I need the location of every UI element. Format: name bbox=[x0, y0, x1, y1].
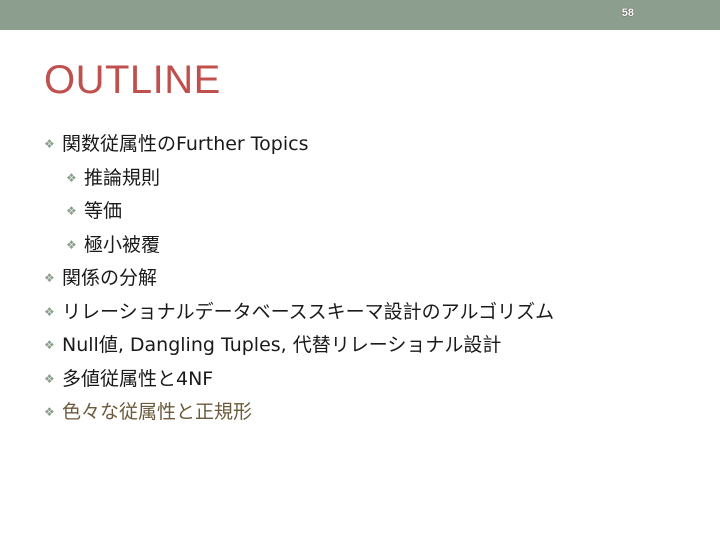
outline-item-text: 多値従属性と4NF bbox=[62, 367, 214, 390]
slide-title: OUTLINE bbox=[44, 58, 221, 102]
diamond-bullet-icon: ❖ bbox=[44, 271, 55, 285]
outline-item: ❖ Null値, Dangling Tuples, 代替リレーショナル設計 bbox=[44, 329, 704, 363]
diamond-bullet-icon: ❖ bbox=[44, 304, 55, 319]
outline-item: ❖ リレーショナルデータベーススキーマ設計のアルゴリズム bbox=[44, 296, 704, 330]
diamond-bullet-icon: ❖ bbox=[66, 237, 77, 252]
diamond-bullet-icon: ❖ bbox=[66, 204, 77, 218]
diamond-bullet-icon: ❖ bbox=[66, 170, 77, 185]
diamond-bullet-icon: ❖ bbox=[44, 338, 55, 352]
diamond-bullet-icon: ❖ bbox=[44, 405, 55, 419]
outline-item-text: リレーショナルデータベーススキーマ設計のアルゴリズム bbox=[62, 300, 555, 323]
outline-subitem: ❖ 推論規則 bbox=[44, 162, 704, 196]
outline-item-text: 関係の分解 bbox=[62, 267, 158, 289]
outline-item: ❖ 多値従属性と4NF bbox=[44, 363, 704, 397]
outline-item-text: 極小被覆 bbox=[84, 233, 161, 256]
outline-item-text: 等価 bbox=[84, 200, 123, 222]
page-number: 58 bbox=[621, 7, 634, 19]
outline-subitem: ❖ 等価 bbox=[44, 195, 704, 229]
outline-item: ❖ 関係の分解 bbox=[44, 262, 704, 296]
diamond-bullet-icon: ❖ bbox=[44, 137, 55, 151]
diamond-bullet-icon: ❖ bbox=[44, 371, 55, 386]
outline-item-text: Null値, Dangling Tuples, 代替リレーショナル設計 bbox=[62, 334, 502, 356]
outline-list: ❖ 関数従属性のFurther Topics ❖ 推論規則 ❖ 等価 ❖ 極小被… bbox=[44, 128, 704, 430]
outline-item-current: ❖ 色々な従属性と正規形 bbox=[44, 396, 704, 430]
outline-subitem: ❖ 極小被覆 bbox=[44, 229, 704, 263]
outline-item: ❖ 関数従属性のFurther Topics bbox=[44, 128, 704, 162]
outline-item-text: 推論規則 bbox=[84, 166, 161, 189]
outline-item-text: 関数従属性のFurther Topics bbox=[62, 133, 309, 155]
outline-item-text: 色々な従属性と正規形 bbox=[62, 401, 253, 423]
top-bar: 58 bbox=[0, 0, 720, 30]
